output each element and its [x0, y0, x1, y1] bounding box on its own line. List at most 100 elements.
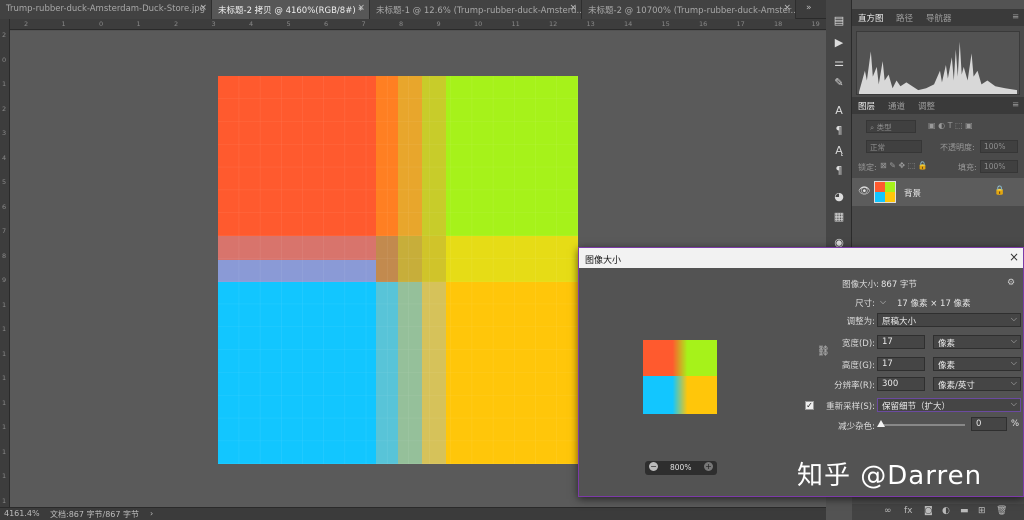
panel-menu-icon[interactable]: ≡	[1012, 12, 1019, 22]
fill-input[interactable]: 100%	[980, 160, 1018, 173]
tab-paths[interactable]: 路径	[896, 12, 913, 24]
ruler-tick: 7	[361, 20, 366, 28]
vertical-ruler[interactable]: 2 0 1 2 3 4 5 6 7 8 9 1 1 1 1 1 1 1 1 1	[0, 19, 10, 507]
status-menu-arrow-icon[interactable]: ›	[150, 509, 153, 518]
chevron-down-icon[interactable]: ⌵	[880, 297, 886, 307]
mask-icon[interactable]: ◙	[924, 506, 933, 516]
resample-method-value: 保留细节（扩大）	[882, 402, 951, 412]
tab-label: 未标题-2 @ 10700% (Trump-rubber-duck-Amster…	[588, 6, 796, 16]
chevron-down-icon: ⌵	[1010, 378, 1017, 387]
play-actions-icon[interactable]: ▶	[831, 36, 847, 52]
tab-navigator[interactable]: 导航器	[926, 12, 952, 24]
ruler-tick: 8	[399, 20, 404, 28]
ruler-tick: 1	[2, 325, 7, 333]
zoom-out-icon[interactable]: −	[649, 462, 658, 471]
tab-untitled-2[interactable]: 未标题-2 @ 10700% (Trump-rubber-duck-Amster…	[582, 0, 796, 19]
tab-layers[interactable]: 图层	[858, 100, 875, 112]
history-icon[interactable]: ▤	[831, 14, 847, 30]
gear-icon[interactable]: ⚙	[1007, 278, 1015, 288]
opacity-label: 不透明度:	[940, 143, 975, 152]
brush-settings-icon[interactable]: ✎	[831, 76, 847, 92]
ruler-tick: 1	[2, 472, 7, 480]
zoom-in-icon[interactable]: +	[704, 462, 713, 471]
height-input[interactable]: 17	[877, 357, 925, 371]
layer-name[interactable]: 背景	[904, 187, 921, 199]
slider-handle[interactable]	[877, 420, 885, 427]
tab-close-icon[interactable]: ×	[569, 3, 577, 13]
ruler-tick: 19	[811, 20, 820, 28]
filter-icons[interactable]: ▣ ◐ T ⬚ ▣	[928, 121, 973, 130]
tab-close-icon[interactable]: ×	[357, 3, 365, 13]
resolution-unit-select[interactable]: 像素/英寸 ⌵	[933, 377, 1021, 391]
adjustment-icon[interactable]: ◐	[942, 506, 950, 516]
lock-label: 锁定:	[858, 163, 877, 172]
reduce-noise-slider[interactable]	[879, 424, 965, 426]
tab-close-icon[interactable]: ×	[783, 3, 791, 13]
fit-to-value: 原稿大小	[882, 317, 917, 327]
color-palette-icon[interactable]: ◕	[831, 190, 847, 206]
link-icon[interactable]: ∞	[884, 506, 892, 516]
ruler-tick: 9	[2, 276, 7, 284]
blend-mode-select[interactable]: 正常	[866, 140, 922, 153]
histogram-panel: 直方图 路径 导航器 ≡	[852, 9, 1024, 97]
visibility-eye-icon[interactable]: 👁	[858, 186, 871, 197]
grid-icon[interactable]: ▦	[831, 210, 847, 226]
tab-trump-duck[interactable]: Trump-rubber-duck-Amsterdam-Duck-Store.j…	[0, 0, 212, 19]
preview-thumbnail[interactable]	[643, 340, 717, 414]
resolution-input[interactable]: 300	[877, 377, 925, 391]
tab-adjustments[interactable]: 调整	[918, 100, 935, 112]
paragraph-icon[interactable]: ¶	[831, 124, 847, 140]
ruler-tick: 12	[549, 20, 558, 28]
pixel-artwork[interactable]	[218, 76, 578, 464]
ruler-tick: 16	[699, 20, 708, 28]
reduce-noise-unit: %	[1011, 419, 1020, 429]
adjust-sliders-icon[interactable]: ⚌	[831, 56, 847, 72]
tab-histogram[interactable]: 直方图	[858, 12, 884, 24]
dialog-title: 图像大小	[585, 256, 622, 266]
layer-filter-row: ⌕ 类型 ▣ ◐ T ⬚ ▣	[856, 120, 1020, 135]
ruler-tick: 6	[2, 202, 7, 211]
horizontal-ruler[interactable]: 2 1 0 1 2 3 4 5 6 7 8 9 10 11 12 13 14 15 16 17 18 19	[10, 19, 826, 30]
width-label: 宽度(D):	[841, 339, 875, 349]
ruler-tick: 14	[624, 20, 633, 28]
ruler-tick: 1	[2, 447, 7, 456]
paragraph-style-icon[interactable]: ¶	[831, 164, 847, 180]
close-icon[interactable]: ×	[1009, 250, 1019, 264]
tab-untitled-2-copy[interactable]: 未标题-2 拷贝 @ 4160%(RGB/8#) * ×	[212, 0, 370, 19]
height-unit-value: 像素	[938, 361, 956, 371]
width-input[interactable]: 17	[877, 335, 925, 349]
layers-footer: ∞ fx ◙ ◐ ▬ ⊞ 🗑	[852, 504, 1024, 520]
preview-zoom-control: − 800% +	[645, 461, 717, 475]
new-layer-icon[interactable]: ⊞	[978, 506, 986, 516]
reduce-noise-input[interactable]: 0	[971, 417, 1007, 431]
width-unit-select[interactable]: 像素 ⌵	[933, 335, 1021, 349]
panel-menu-icon[interactable]: ≡	[1012, 100, 1019, 110]
lock-icons[interactable]: ⊠ ✎ ✥ ⬚ 🔒	[880, 161, 928, 170]
tab-label: Trump-rubber-duck-Amsterdam-Duck-Store.j…	[6, 4, 206, 14]
folder-icon[interactable]: ▬	[960, 506, 969, 516]
resample-method-select[interactable]: 保留细节（扩大） ⌵	[877, 398, 1021, 412]
tab-untitled-1[interactable]: 未标题-1 @ 12.6% (Trump-rubber-duck-Amsterd…	[370, 0, 582, 19]
image-size-label: 图像大小:	[842, 280, 879, 290]
ruler-tick: 4	[2, 153, 7, 162]
chevron-down-icon: ⌵	[1010, 336, 1017, 345]
layer-item-background[interactable]: 👁 背景 🔒	[852, 178, 1024, 206]
dialog-title-bar[interactable]: 图像大小 ×	[579, 248, 1023, 268]
fit-to-select[interactable]: 原稿大小 ⌵	[877, 313, 1021, 327]
tab-channels[interactable]: 通道	[888, 100, 905, 112]
layer-filter-select[interactable]: ⌕ 类型	[866, 120, 916, 133]
character-icon[interactable]: A	[831, 104, 847, 120]
more-tabs-icon[interactable]: »	[806, 3, 812, 13]
fit-to-label: 调整为:	[846, 317, 875, 327]
fx-icon[interactable]: fx	[904, 506, 913, 516]
tab-close-icon[interactable]: ×	[199, 3, 207, 13]
character-style-icon[interactable]: Ą	[831, 144, 847, 160]
histogram-panel-tabs: 直方图 路径 导航器 ≡	[852, 9, 1024, 26]
opacity-input[interactable]: 100%	[980, 140, 1018, 153]
width-unit-value: 像素	[938, 339, 956, 349]
trash-icon[interactable]: 🗑	[996, 506, 1007, 516]
chevron-down-icon: ⌵	[1010, 314, 1017, 323]
chevron-down-icon: ⌵	[1010, 358, 1017, 367]
zoom-readout[interactable]: 4161.4%	[4, 509, 40, 518]
height-unit-select[interactable]: 像素 ⌵	[933, 357, 1021, 371]
